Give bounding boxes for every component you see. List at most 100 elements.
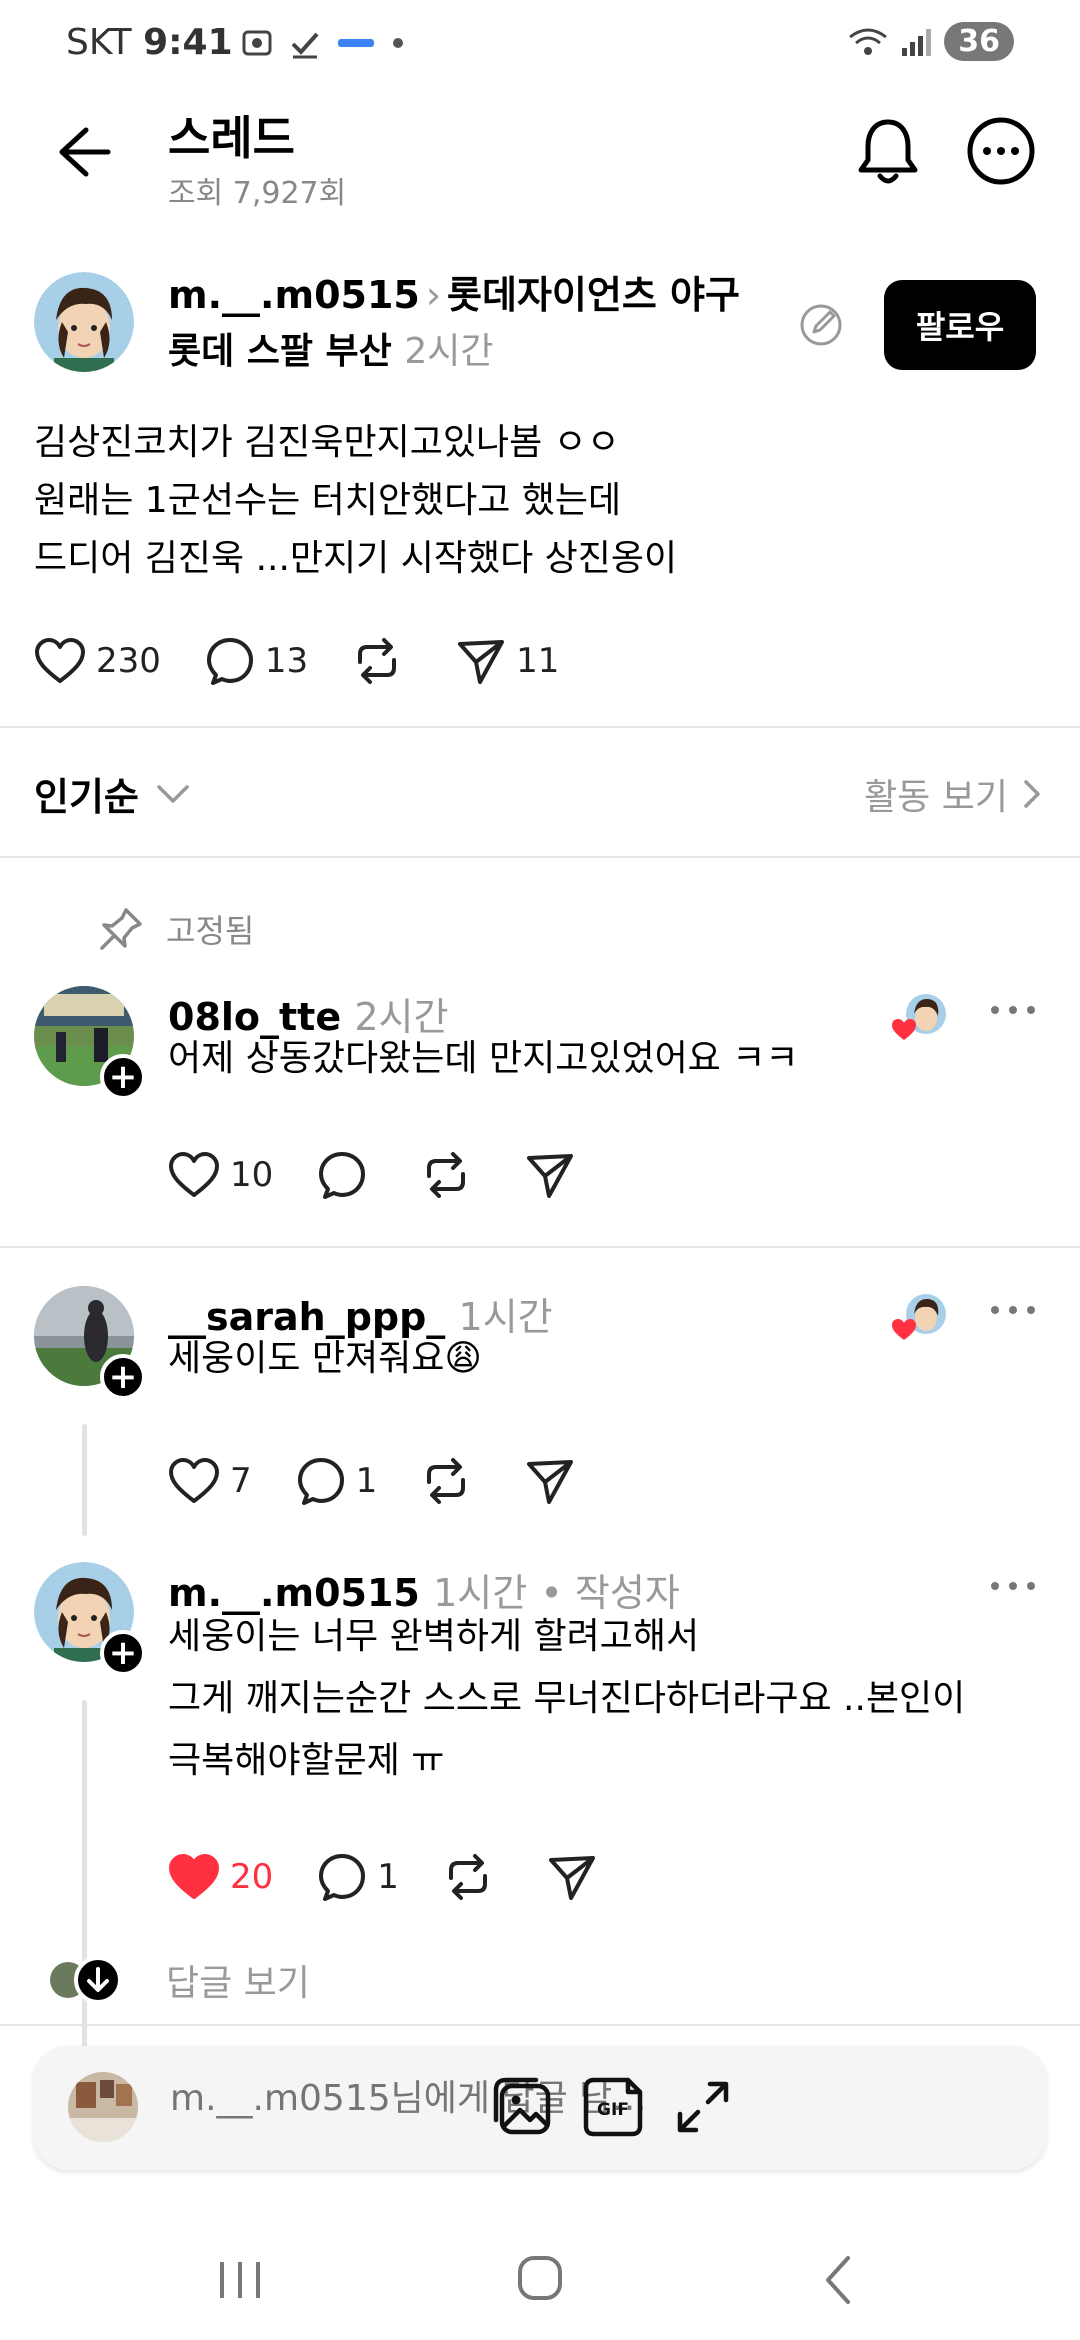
follow-plus-icon[interactable]: + [100, 1354, 146, 1400]
reply-actions: 10 [168, 1150, 629, 1200]
view-replies-button[interactable]: 답글 보기 [48, 1954, 310, 2006]
share-button[interactable] [525, 1150, 585, 1200]
comment-count: 13 [264, 641, 309, 681]
post-body: 김상진코치가 김진욱만지고있나봄 ㅇㅇ 원래는 1군선수는 터치안했다고 했는데… [34, 414, 1044, 588]
heart-filled-icon [169, 1854, 219, 1899]
repost-button[interactable] [421, 1456, 481, 1506]
like-button[interactable]: 20 [168, 1853, 273, 1901]
back-nav-button[interactable] [800, 2250, 880, 2310]
chevron-right-icon [1024, 780, 1040, 808]
repost-button[interactable] [421, 1150, 481, 1200]
svg-text:GIF: GIF [597, 2100, 629, 2120]
screenshot-icon [242, 30, 272, 56]
reply-more-button[interactable] [988, 1000, 1038, 1020]
reply-composer: GIF [34, 2046, 1046, 2170]
notifications-button[interactable] [856, 116, 920, 188]
heart-icon [35, 638, 85, 683]
like-count: 10 [230, 1155, 274, 1195]
send-icon [458, 640, 505, 684]
sort-label: 인기순 [34, 775, 139, 819]
like-button[interactable]: 230 [34, 637, 161, 685]
expand-button[interactable] [670, 2074, 736, 2140]
send-icon [527, 1154, 574, 1198]
community-name[interactable]: 롯데자이언츠 야구 [447, 273, 740, 317]
like-button[interactable]: 10 [168, 1151, 273, 1199]
comment-count: 1 [355, 1461, 378, 1501]
send-icon [527, 1460, 574, 1504]
more-icon [967, 117, 1035, 185]
reply-more-button[interactable] [988, 1300, 1038, 1320]
comment-button[interactable] [317, 1150, 377, 1200]
home-button[interactable] [500, 2250, 580, 2310]
share-count: 11 [516, 641, 560, 681]
comment-button[interactable]: 13 [205, 636, 308, 686]
repost-button[interactable] [352, 636, 412, 686]
chevron-down-icon [157, 784, 189, 803]
repost-button[interactable] [443, 1852, 503, 1902]
more-options-button[interactable] [966, 116, 1036, 186]
follow-plus-icon[interactable]: + [100, 1630, 146, 1676]
bell-icon [858, 119, 918, 184]
heart-icon [169, 1458, 219, 1503]
post-line: 원래는 1군선수는 터치안했다고 했는데 [34, 480, 622, 521]
follow-plus-icon[interactable]: + [100, 1054, 146, 1100]
view-count: 조회 7,927회 [168, 176, 347, 211]
my-avatar [68, 2072, 138, 2142]
divider [0, 1246, 1080, 1248]
share-button[interactable]: 11 [456, 636, 559, 686]
back-button[interactable] [50, 122, 120, 182]
recent-apps-icon [220, 2262, 260, 2298]
divider [0, 2024, 1080, 2026]
recent-apps-button[interactable] [200, 2250, 280, 2310]
battery-indicator: 36 [944, 22, 1014, 61]
comment-icon [319, 1854, 366, 1901]
like-button[interactable]: 7 [168, 1457, 252, 1505]
author-liked-icon [890, 1290, 950, 1344]
dot-icon [393, 38, 403, 48]
comment-icon [297, 1458, 344, 1505]
back-chevron-icon [826, 2256, 850, 2304]
like-count: 230 [96, 641, 161, 681]
reply-avatars-icon [50, 1956, 122, 2004]
thread-header: 스레드 조회 7,927회 [0, 96, 1080, 216]
more-horizontal-icon [991, 1306, 1035, 1314]
system-nav-bar [0, 2220, 1080, 2340]
like-count: 20 [230, 1857, 274, 1897]
reply-input[interactable] [170, 2078, 730, 2119]
gallery-button[interactable] [490, 2074, 556, 2140]
send-icon [548, 1856, 595, 1900]
comment-button[interactable]: 1 [296, 1456, 378, 1506]
comment-button[interactable]: 1 [317, 1852, 399, 1902]
gif-button[interactable]: GIF [580, 2074, 646, 2140]
post-line: 김상진코치가 김진욱만지고있나봄 ㅇㅇ [34, 422, 620, 463]
reply-text: 어제 상동갔다왔는데 만지고있었어요 ㅋㅋ [168, 1038, 799, 1079]
more-horizontal-icon [991, 1582, 1035, 1590]
post-tag[interactable]: 롯데 스팔 부산 [168, 331, 392, 372]
status-carrier-time: SKT 9:41 [66, 22, 233, 63]
page-title: 스레드 [168, 111, 295, 165]
reply-more-button[interactable] [988, 1576, 1038, 1596]
like-count: 7 [230, 1461, 252, 1501]
check-icon [291, 32, 319, 59]
reply-line: 세웅이는 너무 완벽하게 할려고해서 [168, 1616, 700, 1657]
repost-icon [427, 1152, 466, 1198]
activity-label: 활동 보기 [864, 777, 1008, 818]
post-actions: 230 13 11 [34, 636, 603, 686]
avatar[interactable] [34, 272, 134, 372]
home-icon [518, 2256, 562, 2300]
follow-button[interactable]: 팔로우 [884, 280, 1036, 370]
repost-icon [358, 638, 397, 684]
post-author-line: m.__.m0515 › 롯데자이언츠 야구 [168, 264, 740, 319]
reply-text: 세웅이는 너무 완벽하게 할려고해서 그게 깨지는순간 스스로 무너진다하더라구… [168, 1606, 965, 1792]
divider [0, 856, 1080, 858]
view-replies-label: 답글 보기 [166, 1963, 310, 2004]
share-button[interactable] [547, 1852, 607, 1902]
view-activity-link[interactable]: 활동 보기 [864, 768, 1046, 820]
comment-icon [319, 1152, 366, 1199]
gif-icon: GIF [583, 2077, 643, 2137]
sort-dropdown[interactable]: 인기순 [34, 766, 195, 821]
post-line: 드디어 김진욱 ...만지기 시작했다 상진옹이 [34, 538, 678, 579]
post-username[interactable]: m.__.m0515 [168, 273, 420, 317]
status-bar: SKT 9:41 36 [0, 0, 1080, 90]
share-button[interactable] [525, 1456, 585, 1506]
